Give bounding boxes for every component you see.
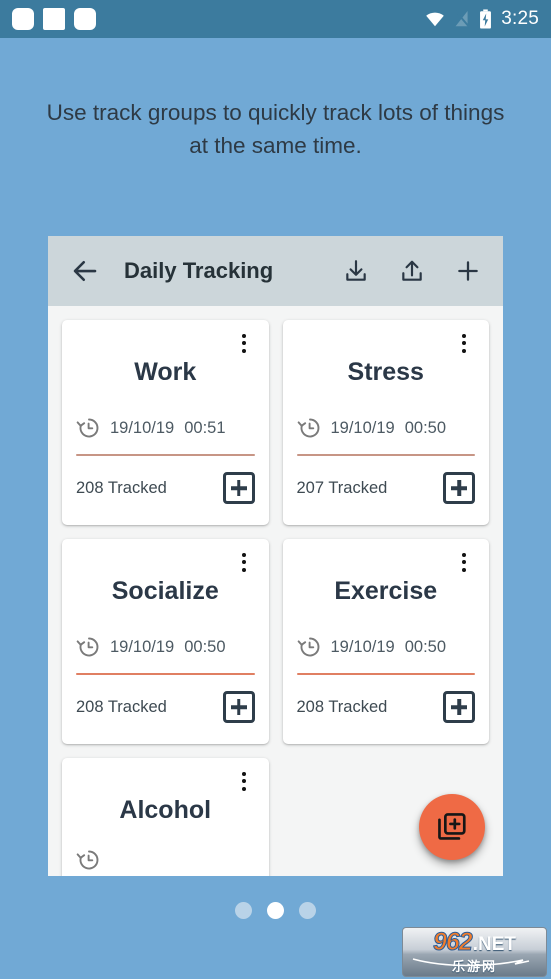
watermark-brand-row: 962 .NET xyxy=(433,928,516,956)
track-group-grid: Work 19/10/19 00:51 208 Tracked Stress 1… xyxy=(48,306,503,876)
track-card-count: 208 Tracked xyxy=(76,697,167,716)
track-card-last-tracked: 19/10/19 00:50 xyxy=(297,635,476,659)
track-card-footer: 208 Tracked xyxy=(76,691,255,723)
track-card[interactable]: Exercise 19/10/19 00:50 208 Tracked xyxy=(282,539,489,744)
track-card-count: 208 Tracked xyxy=(296,697,388,716)
pager-dots xyxy=(0,902,551,919)
arrow-back-icon[interactable] xyxy=(70,256,100,286)
track-card[interactable]: Alcohol xyxy=(62,758,269,876)
history-icon xyxy=(76,418,99,438)
history-icon xyxy=(76,637,99,657)
history-icon xyxy=(297,637,319,657)
square-icon xyxy=(74,8,96,30)
add-track-group-fab[interactable] xyxy=(419,794,485,860)
track-card-count: 207 Tracked xyxy=(296,478,388,497)
track-card-last-tracked xyxy=(76,848,255,872)
library-add-icon xyxy=(438,813,466,840)
track-card[interactable]: Work 19/10/19 00:51 208 Tracked xyxy=(62,320,269,525)
onboarding-headline: Use track groups to quickly track lots o… xyxy=(46,100,505,158)
pager-dot-1[interactable] xyxy=(235,902,252,919)
add-box-icon[interactable] xyxy=(222,472,255,504)
track-card[interactable]: Socialize 19/10/19 00:50 208 Tracked xyxy=(62,539,269,744)
track-card-divider xyxy=(296,454,475,456)
upload-icon[interactable] xyxy=(399,258,425,284)
status-bar-left-icons xyxy=(12,8,96,30)
watermark-swoosh-icon xyxy=(412,958,530,967)
plus-icon[interactable] xyxy=(455,258,481,284)
track-card[interactable]: Stress 19/10/19 00:50 207 Tracked xyxy=(282,320,489,525)
track-card-title: Socialize xyxy=(111,577,219,605)
more-vert-icon[interactable] xyxy=(233,332,255,354)
track-card-date: 19/10/19 xyxy=(110,418,175,437)
track-card-divider xyxy=(76,673,255,675)
more-vert-icon[interactable] xyxy=(453,332,475,354)
track-card-date: 19/10/19 xyxy=(330,637,395,656)
app-bar-actions xyxy=(343,258,481,284)
track-card-time: 00:50 xyxy=(404,637,447,656)
track-card-divider xyxy=(296,673,475,675)
status-bar-right-icons: 3:25 xyxy=(425,8,539,30)
more-vert-icon[interactable] xyxy=(233,770,255,792)
track-card-footer: 207 Tracked xyxy=(296,472,475,504)
track-card-last-tracked: 19/10/19 00:50 xyxy=(76,635,255,659)
app-bar: Daily Tracking xyxy=(48,236,503,306)
watermark-tld: .NET xyxy=(472,934,516,955)
track-card-title: Work xyxy=(134,358,197,386)
track-card-count: 208 Tracked xyxy=(76,478,167,497)
history-icon xyxy=(76,850,99,870)
more-vert-icon[interactable] xyxy=(453,551,475,573)
track-card-time: 00:51 xyxy=(184,418,226,437)
wifi-icon xyxy=(426,12,445,27)
download-icon[interactable] xyxy=(343,258,369,284)
track-card-title: Exercise xyxy=(334,577,438,605)
pager-dot-2[interactable] xyxy=(267,902,284,919)
page-title: Daily Tracking xyxy=(124,258,274,283)
battery-charging-icon xyxy=(480,9,492,29)
add-box-icon[interactable] xyxy=(222,691,255,723)
track-card-footer: 208 Tracked xyxy=(296,691,475,723)
status-bar-clock: 3:25 xyxy=(501,8,539,29)
square-icon xyxy=(12,8,34,30)
track-card-time: 00:50 xyxy=(184,637,226,656)
track-card-last-tracked: 19/10/19 00:51 xyxy=(76,416,255,440)
signal-off-icon xyxy=(455,10,471,28)
watermark-brand: 962 xyxy=(433,928,474,956)
track-card-date: 19/10/19 xyxy=(330,418,395,437)
track-card-date: 19/10/19 xyxy=(110,637,175,656)
site-watermark: 962 .NET 乐游网 xyxy=(402,927,547,977)
pager-dot-3[interactable] xyxy=(299,902,316,919)
track-card-last-tracked: 19/10/19 00:50 xyxy=(297,416,476,440)
track-card-divider xyxy=(76,454,255,456)
more-vert-icon[interactable] xyxy=(233,551,255,573)
track-card-time: 00:50 xyxy=(404,418,447,437)
track-card-title: Alcohol xyxy=(119,796,212,824)
add-box-icon[interactable] xyxy=(443,472,475,504)
status-bar: 3:25 xyxy=(0,0,551,38)
track-card-footer: 208 Tracked xyxy=(76,472,255,504)
history-icon xyxy=(297,418,319,438)
track-card-title: Stress xyxy=(347,358,424,386)
square-icon xyxy=(43,8,65,30)
add-box-icon[interactable] xyxy=(443,691,475,723)
app-preview-frame: Daily Tracking Work 19/10/19 00:51 208 T… xyxy=(48,236,503,876)
